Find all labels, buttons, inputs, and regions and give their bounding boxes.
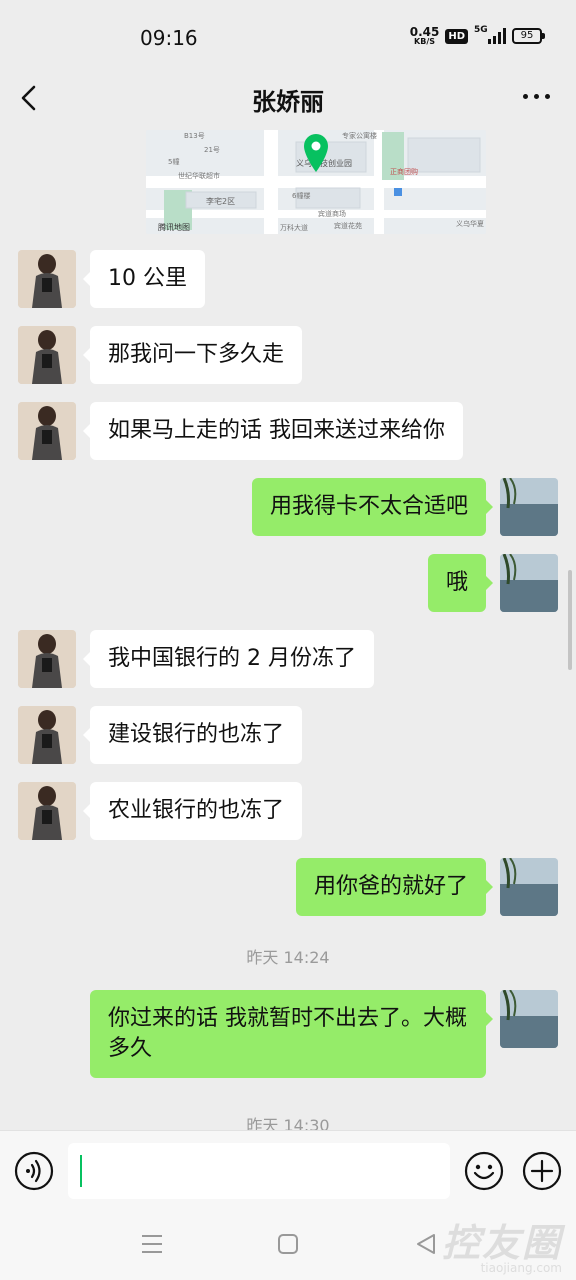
contact-avatar[interactable] bbox=[18, 250, 76, 308]
contact-avatar[interactable] bbox=[18, 706, 76, 764]
map-label: 5幢 bbox=[168, 157, 179, 166]
home-square-icon[interactable] bbox=[276, 1232, 300, 1256]
watermark-main: 控友圈 bbox=[441, 1221, 562, 1265]
message-timestamp: 昨天 14:24 bbox=[246, 948, 330, 967]
message-list[interactable]: B13号 21号 专家公寓楼 5幢 世纪华联超市 义乌科技创业园 正商团购 李宅… bbox=[0, 126, 576, 1130]
message-timestamp: 昨天 14:30 bbox=[246, 1116, 330, 1130]
location-map-card[interactable]: B13号 21号 专家公寓楼 5幢 世纪华联超市 义乌科技创业园 正商团购 李宅… bbox=[146, 130, 486, 234]
chat-title: 张娇丽 bbox=[252, 88, 324, 116]
sent-message-bubble[interactable]: 你过来的话 我就暂时不出去了。大概多久 bbox=[90, 990, 493, 1078]
my-avatar[interactable] bbox=[500, 478, 558, 536]
chat-header: 张娇丽 bbox=[0, 70, 576, 126]
map-label: 腾讯地图 bbox=[158, 222, 190, 232]
map-label: 正商团购 bbox=[390, 167, 418, 176]
map-label: 世纪华联超市 bbox=[178, 171, 220, 180]
my-avatar[interactable] bbox=[500, 554, 558, 612]
map-label: 宾道花苑 bbox=[334, 221, 362, 230]
map-label: 万科大道 bbox=[280, 223, 308, 232]
map-label: 李宅2区 bbox=[206, 196, 235, 206]
received-message-bubble[interactable]: 我中国银行的 2 月份冻了 bbox=[83, 630, 374, 688]
emoji-icon[interactable] bbox=[464, 1151, 504, 1191]
watermark: 控友圈 tiaojiang.com bbox=[442, 1212, 562, 1275]
status-indicators: 0.45 KB/S HD 5G 95 bbox=[410, 25, 545, 46]
voice-icon[interactable] bbox=[14, 1151, 54, 1191]
received-message-bubble[interactable]: 农业银行的也冻了 bbox=[82, 782, 303, 840]
plus-circle-icon[interactable] bbox=[522, 1151, 562, 1191]
more-horizontal-icon[interactable] bbox=[523, 94, 550, 99]
map-label: 专家公寓楼 bbox=[342, 131, 377, 140]
net-speed-unit: KB/S bbox=[414, 37, 436, 46]
map-image: B13号 21号 专家公寓楼 5幢 世纪华联超市 义乌科技创业园 正商团购 李宅… bbox=[146, 130, 486, 234]
map-label: 21号 bbox=[204, 146, 220, 154]
text-cursor bbox=[80, 1155, 82, 1187]
contact-avatar[interactable] bbox=[18, 630, 76, 688]
status-bar: 09:16 0.45 KB/S HD 5G 95 bbox=[0, 0, 576, 70]
map-label: 义乌华夏 bbox=[456, 219, 484, 228]
message-input[interactable] bbox=[68, 1143, 450, 1199]
menu-icon[interactable] bbox=[140, 1232, 164, 1256]
my-avatar[interactable] bbox=[500, 858, 558, 916]
scrollbar[interactable] bbox=[568, 570, 572, 670]
battery-icon: 95 bbox=[512, 28, 545, 44]
hd-badge: HD bbox=[445, 28, 468, 44]
network-label: 5G bbox=[474, 25, 488, 35]
status-time: 09:16 bbox=[140, 26, 198, 50]
contact-avatar[interactable] bbox=[18, 782, 76, 840]
received-message-bubble[interactable]: 建设银行的也冻了 bbox=[82, 706, 303, 764]
map-label: 义乌科技创业园 bbox=[296, 158, 352, 168]
map-label: 宾道商场 bbox=[318, 209, 346, 218]
contact-avatar[interactable] bbox=[18, 402, 76, 460]
map-label: B13号 bbox=[184, 132, 205, 140]
system-navigation-bar: 控友圈 tiaojiang.com bbox=[0, 1210, 576, 1280]
signal-icon: 5G bbox=[474, 25, 506, 44]
net-speed: 0.45 KB/S bbox=[410, 26, 440, 46]
back-triangle-icon[interactable] bbox=[414, 1232, 438, 1256]
map-label: 6幢楼 bbox=[292, 191, 310, 200]
sent-message-bubble[interactable]: 用我得卡不太合适吧 bbox=[251, 478, 494, 536]
contact-avatar[interactable] bbox=[18, 326, 76, 384]
received-message-bubble[interactable]: 那我问一下多久走 bbox=[82, 326, 303, 384]
sent-message-bubble[interactable]: 用你爸的就好了 bbox=[295, 858, 494, 916]
my-avatar[interactable] bbox=[500, 990, 558, 1048]
input-bar bbox=[0, 1130, 576, 1210]
sent-message-bubble[interactable]: 哦 bbox=[427, 554, 494, 612]
received-message-bubble[interactable]: 如果马上走的话 我回来送过来给你 bbox=[83, 402, 463, 460]
received-message-bubble[interactable]: 10 公里 bbox=[83, 250, 205, 308]
